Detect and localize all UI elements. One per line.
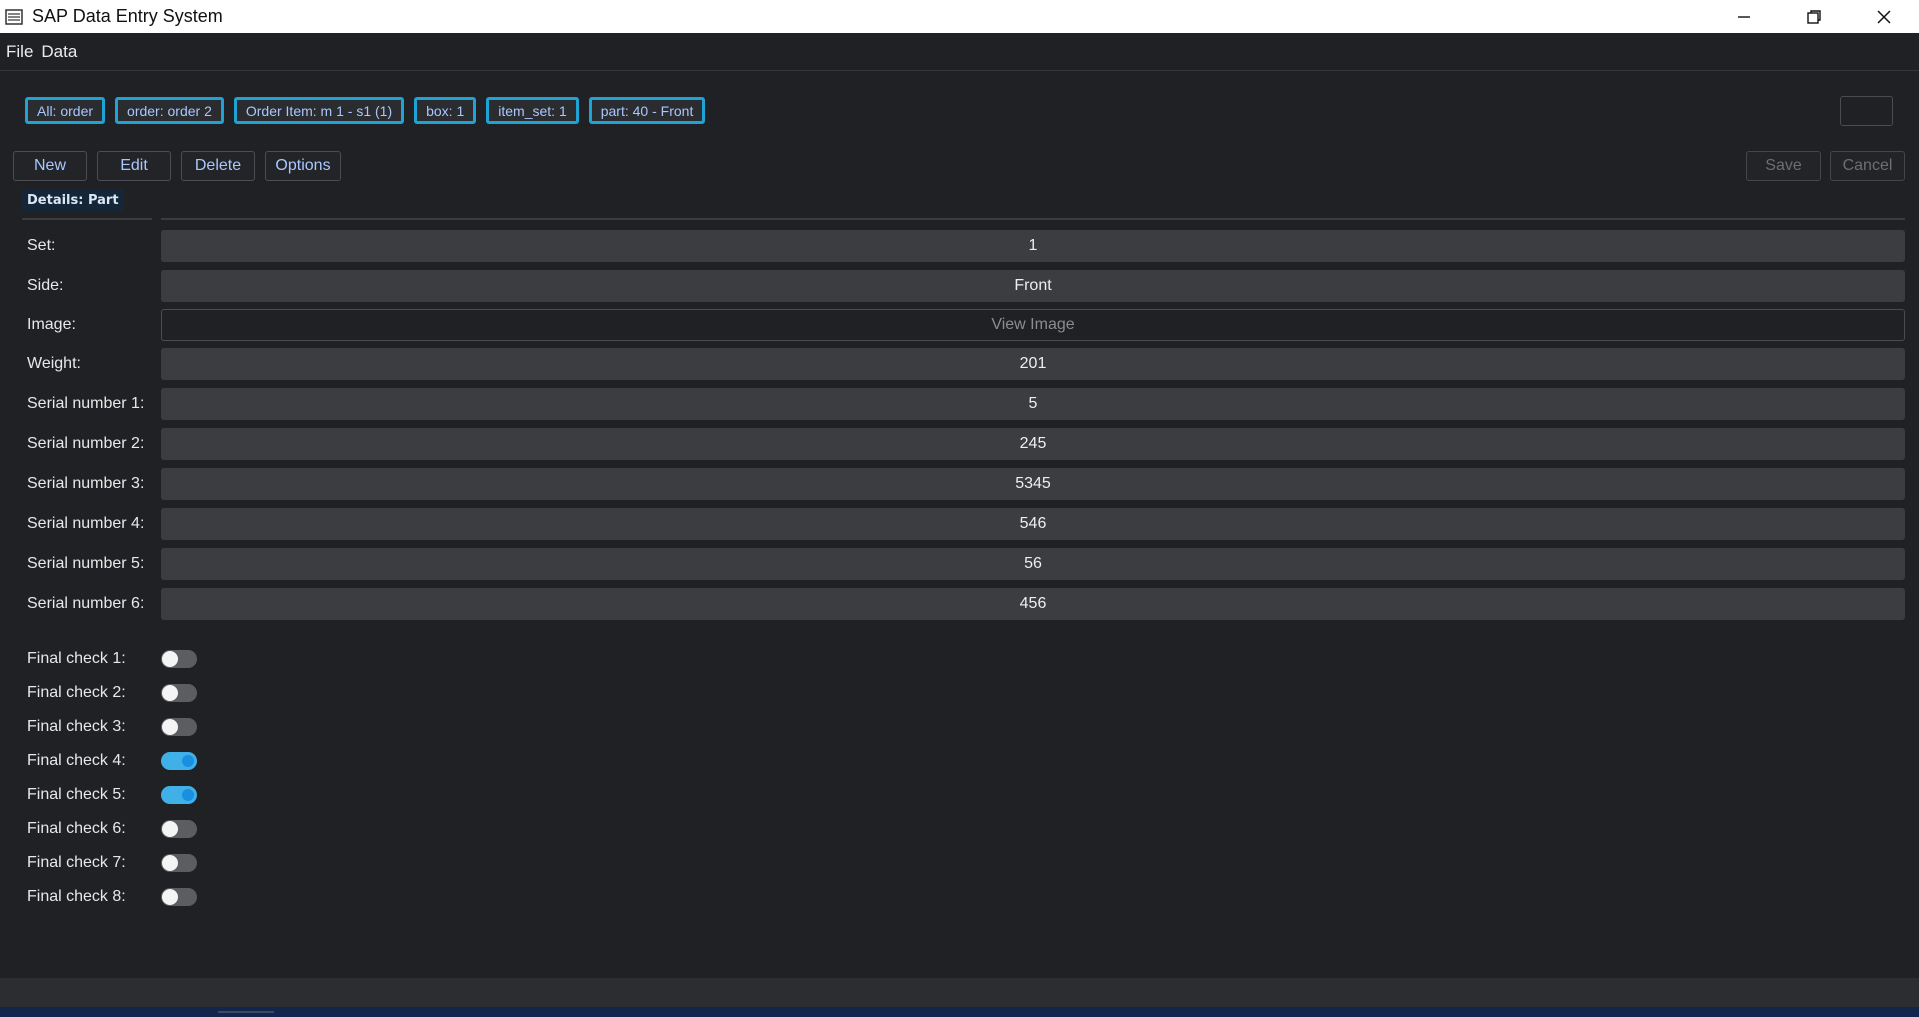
cancel-button[interactable]: Cancel	[1830, 151, 1905, 181]
check-row-8: Final check 8:	[0, 884, 300, 910]
check-row-1: Final check 1:	[0, 646, 300, 672]
check-row-2: Final check 2:	[0, 680, 300, 706]
breadcrumb-item[interactable]: All: order	[25, 97, 106, 124]
field-row-serial-6: Serial number 6: 456	[0, 588, 1919, 620]
check-label: Final check 7:	[27, 854, 126, 871]
check-label: Final check 4:	[27, 752, 126, 769]
status-bar	[0, 978, 1919, 1007]
action-toolbar: New Edit Delete Options	[13, 151, 341, 181]
final-check-1-toggle[interactable]	[161, 650, 197, 668]
toggle-knob	[162, 719, 178, 735]
check-label: Final check 5:	[27, 786, 126, 803]
field-label: Serial number 4:	[27, 515, 145, 532]
menu-bar: File Data	[0, 33, 1919, 71]
final-check-6-toggle[interactable]	[161, 820, 197, 838]
weight-field[interactable]: 201	[161, 348, 1905, 380]
check-label: Final check 6:	[27, 820, 126, 837]
serial-number-6-field[interactable]: 456	[161, 588, 1905, 620]
toggle-knob	[162, 685, 178, 701]
breadcrumb-item[interactable]: Order Item: m 1 - s1 (1)	[233, 97, 405, 124]
window-title: SAP Data Entry System	[32, 6, 223, 26]
toggle-knob	[162, 821, 178, 837]
final-check-8-toggle[interactable]	[161, 888, 197, 906]
final-check-2-toggle[interactable]	[161, 684, 197, 702]
field-row-weight: Weight: 201	[0, 348, 1919, 380]
restore-button[interactable]	[1779, 0, 1849, 33]
serial-number-1-field[interactable]: 5	[161, 388, 1905, 420]
check-label: Final check 3:	[27, 718, 126, 735]
restore-icon	[1807, 9, 1821, 24]
breadcrumb: All: order order: order 2 Order Item: m …	[25, 97, 706, 124]
field-label: Image:	[27, 316, 76, 333]
check-label: Final check 2:	[27, 684, 126, 701]
field-row-serial-2: Serial number 2: 245	[0, 428, 1919, 460]
options-button[interactable]: Options	[265, 151, 341, 181]
field-label: Serial number 6:	[27, 595, 145, 612]
check-row-6: Final check 6:	[0, 816, 300, 842]
save-button[interactable]: Save	[1746, 151, 1821, 181]
serial-number-3-field[interactable]: 5345	[161, 468, 1905, 500]
side-field[interactable]: Front	[161, 270, 1905, 302]
details-header: Details: Part	[22, 189, 124, 211]
view-image-button[interactable]: View Image	[161, 309, 1905, 341]
minimize-button[interactable]	[1709, 0, 1779, 33]
taskbar	[0, 1007, 1919, 1017]
toggle-knob	[180, 787, 196, 803]
breadcrumb-item[interactable]: box: 1	[414, 97, 477, 124]
final-check-3-toggle[interactable]	[161, 718, 197, 736]
field-row-side: Side: Front	[0, 270, 1919, 302]
delete-button[interactable]: Delete	[181, 151, 255, 181]
toggle-knob	[180, 753, 196, 769]
field-row-image: Image: View Image	[0, 309, 1919, 341]
top-right-input[interactable]	[1840, 96, 1893, 126]
app-icon	[4, 7, 24, 27]
final-check-7-toggle[interactable]	[161, 854, 197, 872]
field-label: Side:	[27, 277, 64, 294]
divider	[22, 218, 152, 220]
toggle-knob	[162, 651, 178, 667]
check-label: Final check 1:	[27, 650, 126, 667]
field-row-set: Set: 1	[0, 230, 1919, 262]
menu-file[interactable]: File	[0, 42, 35, 62]
toggle-knob	[162, 855, 178, 871]
serial-number-4-field[interactable]: 546	[161, 508, 1905, 540]
check-row-5: Final check 5:	[0, 782, 300, 808]
breadcrumb-item[interactable]: order: order 2	[115, 97, 224, 124]
field-row-serial-1: Serial number 1: 5	[0, 388, 1919, 420]
edit-button[interactable]: Edit	[97, 151, 171, 181]
check-row-4: Final check 4:	[0, 748, 300, 774]
divider	[161, 218, 1905, 220]
check-row-3: Final check 3:	[0, 714, 300, 740]
field-label: Serial number 5:	[27, 555, 145, 572]
close-icon	[1877, 9, 1891, 24]
serial-number-5-field[interactable]: 56	[161, 548, 1905, 580]
minimize-icon	[1738, 15, 1750, 18]
field-label: Set:	[27, 237, 56, 254]
check-label: Final check 8:	[27, 888, 126, 905]
new-button[interactable]: New	[13, 151, 87, 181]
field-label: Serial number 2:	[27, 435, 145, 452]
field-row-serial-5: Serial number 5: 56	[0, 548, 1919, 580]
breadcrumb-item[interactable]: item_set: 1	[486, 97, 579, 124]
field-label: Serial number 3:	[27, 475, 145, 492]
field-label: Weight:	[27, 355, 81, 372]
taskbar-item[interactable]	[218, 1011, 274, 1013]
serial-number-2-field[interactable]: 245	[161, 428, 1905, 460]
breadcrumb-item[interactable]: part: 40 - Front	[588, 97, 706, 124]
close-button[interactable]	[1849, 0, 1919, 33]
field-row-serial-4: Serial number 4: 546	[0, 508, 1919, 540]
final-check-4-toggle[interactable]	[161, 752, 197, 770]
field-row-serial-3: Serial number 3: 5345	[0, 468, 1919, 500]
save-cancel-toolbar: Save Cancel	[1746, 151, 1905, 181]
toggle-knob	[162, 889, 178, 905]
field-label: Serial number 1:	[27, 395, 145, 412]
menu-data[interactable]: Data	[35, 42, 83, 62]
window-titlebar: SAP Data Entry System	[0, 0, 1919, 33]
check-row-7: Final check 7:	[0, 850, 300, 876]
final-check-5-toggle[interactable]	[161, 786, 197, 804]
set-field[interactable]: 1	[161, 230, 1905, 262]
